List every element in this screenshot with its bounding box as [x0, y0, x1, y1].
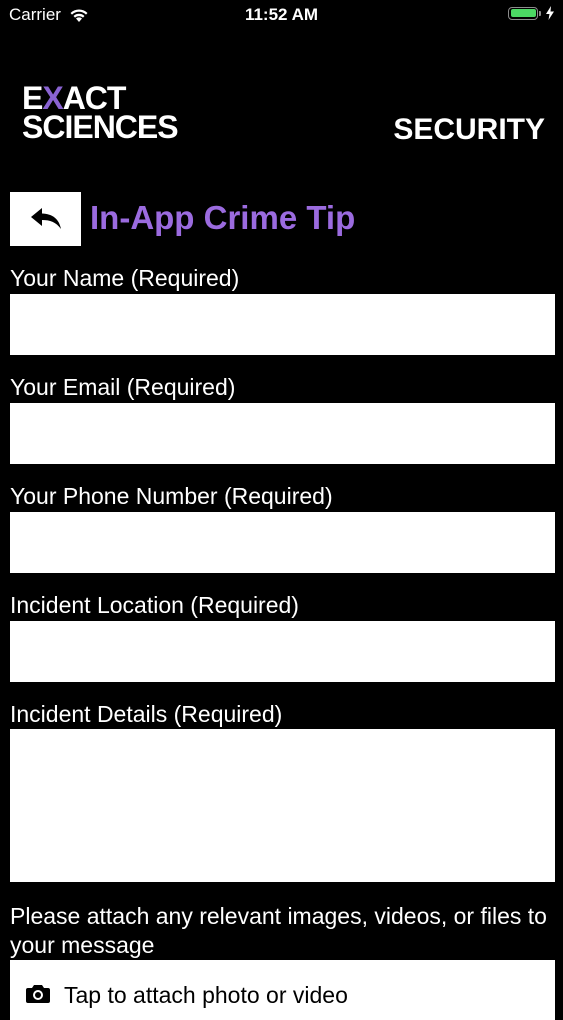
battery-indicator — [508, 6, 555, 20]
back-button[interactable] — [10, 192, 81, 246]
location-field[interactable] — [10, 621, 555, 682]
reply-arrow-icon — [30, 208, 61, 229]
location-label: Incident Location (Required) — [10, 592, 299, 618]
camera-icon — [26, 985, 50, 1003]
battery-level-fill — [510, 9, 536, 17]
email-label: Your Email (Required) — [10, 374, 236, 400]
section-title: SECURITY — [393, 113, 545, 146]
attach-instructions: Please attach any relevant images, video… — [10, 903, 547, 958]
battery-cap — [539, 10, 541, 16]
attach-media-label: Tap to attach photo or video — [64, 982, 348, 1008]
battery-icon — [508, 6, 538, 20]
page-title: In-App Crime Tip — [90, 199, 356, 236]
details-field[interactable] — [10, 729, 555, 882]
status-time: 11:52 AM — [244, 5, 319, 24]
phone-label: Your Phone Number (Required) — [10, 483, 333, 509]
charging-bolt-icon — [546, 6, 554, 20]
phone-field[interactable] — [10, 512, 555, 573]
status-bar: Carrier 11:52 AM — [0, 0, 563, 30]
name-field[interactable] — [10, 294, 555, 355]
exact-sciences-logo: EXACT SCIENCES — [22, 82, 179, 145]
name-label: Your Name (Required) — [10, 265, 240, 291]
attach-media-button[interactable]: Tap to attach photo or video — [10, 960, 555, 1020]
logo-line-2: SCIENCES — [22, 109, 179, 145]
email-field[interactable] — [10, 403, 555, 464]
details-label: Incident Details (Required) — [10, 701, 283, 727]
